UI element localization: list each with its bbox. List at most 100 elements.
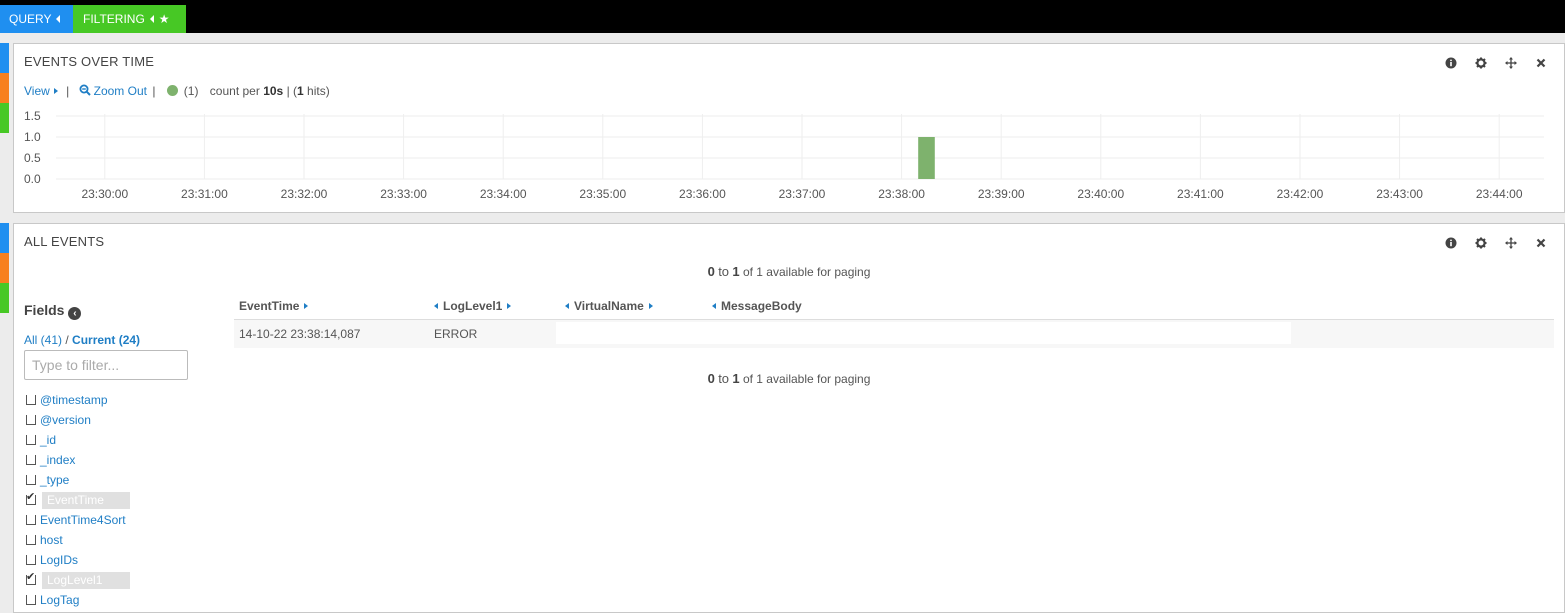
row-tab-orange[interactable] (0, 253, 9, 283)
field-item[interactable]: EventTime4Sort (26, 510, 130, 530)
move-icon[interactable] (1496, 55, 1526, 71)
field-name[interactable]: @version (40, 413, 91, 427)
view-menu[interactable]: View (24, 84, 58, 98)
hits-value: 1 (297, 84, 304, 98)
move-left-icon[interactable] (434, 303, 438, 309)
row-tab-blue[interactable] (0, 43, 9, 73)
field-item[interactable]: EventTime (26, 490, 130, 510)
x-tick-label: 23:43:00 (1376, 187, 1423, 201)
checkbox-checked-icon[interactable] (26, 570, 36, 585)
info-icon[interactable] (1436, 55, 1466, 71)
cell-virtualname-messagebody (556, 322, 1291, 344)
checkbox-icon[interactable] (26, 475, 36, 485)
field-name[interactable]: @timestamp (40, 393, 108, 407)
field-name[interactable]: LogTag (40, 593, 79, 607)
info-icon[interactable] (1436, 235, 1466, 251)
caret-left-icon[interactable] (149, 15, 154, 23)
close-icon[interactable] (1526, 235, 1556, 251)
field-name[interactable]: _index (40, 453, 75, 467)
checkbox-icon[interactable] (26, 595, 36, 605)
field-name[interactable]: EventTime (42, 491, 130, 509)
checkbox-icon[interactable] (26, 515, 36, 525)
chevron-left-circle-icon[interactable]: ‹ (68, 307, 82, 320)
x-tick-label: 23:41:00 (1177, 187, 1224, 201)
column-header-virtualname[interactable]: VirtualName (565, 299, 653, 313)
paging-to-word: to (718, 371, 730, 386)
filtering-tab[interactable]: FILTERING ★ (73, 5, 186, 33)
top-bar: QUERY FILTERING ★ (0, 0, 1565, 33)
field-item[interactable]: LogLevel1 (26, 570, 130, 590)
query-tab[interactable]: QUERY (0, 5, 73, 33)
table-row[interactable]: 14-10-22 23:38:14,087 ERROR (234, 320, 1554, 348)
field-item[interactable]: host (26, 530, 130, 550)
zoom-out-icon (79, 84, 91, 96)
caret-right-icon (53, 88, 58, 94)
caret-left-icon[interactable] (56, 15, 61, 23)
paging-to: 1 (732, 371, 740, 386)
legend-color-swatch[interactable] (166, 85, 178, 96)
histogram-bar[interactable] (918, 137, 935, 179)
x-tick-label: 23:40:00 (1077, 187, 1124, 201)
field-item[interactable]: @version (26, 410, 130, 430)
events-histogram[interactable]: 0.0 0.5 1.0 1.5 23:30:00 23:31:00 23:32:00 23:3… (14, 104, 1564, 208)
close-icon[interactable] (1526, 55, 1556, 71)
move-left-icon[interactable] (712, 303, 716, 309)
gear-icon[interactable] (1466, 55, 1496, 71)
field-item[interactable]: LogIDs (26, 550, 130, 570)
y-tick-label: 1.5 (24, 109, 41, 123)
checkbox-icon[interactable] (26, 555, 36, 565)
fields-all-link[interactable]: All (41) (24, 333, 62, 347)
y-tick-label: 0.0 (24, 172, 41, 186)
checkbox-icon[interactable] (26, 435, 36, 445)
column-label: VirtualName (574, 299, 644, 313)
count-per-label: count per (209, 84, 260, 98)
checkbox-icon[interactable] (26, 415, 36, 425)
move-icon[interactable] (1496, 235, 1526, 251)
zoom-out-button[interactable]: Zoom Out (79, 84, 147, 98)
column-header-messagebody[interactable]: MessageBody (712, 299, 802, 313)
checkbox-icon[interactable] (26, 535, 36, 545)
row-controls-1 (0, 43, 9, 133)
x-tick-label: 23:32:00 (281, 187, 328, 201)
gear-icon[interactable] (1466, 235, 1496, 251)
paging-from: 0 (707, 264, 715, 279)
field-item[interactable]: _index (26, 450, 130, 470)
checkbox-icon[interactable] (26, 395, 36, 405)
field-item[interactable]: _id (26, 430, 130, 450)
move-left-icon[interactable] (565, 303, 569, 309)
row-tab-orange[interactable] (0, 73, 9, 103)
field-name[interactable]: EventTime4Sort (40, 513, 126, 527)
row-tab-green[interactable] (0, 103, 9, 133)
column-header-loglevel1[interactable]: LogLevel1 (434, 299, 512, 313)
y-tick-label: 1.0 (24, 130, 41, 144)
field-item[interactable]: _type (26, 470, 130, 490)
field-name[interactable]: _type (40, 473, 69, 487)
panel-icons (1436, 235, 1556, 251)
row-tab-blue[interactable] (0, 223, 9, 253)
move-right-icon[interactable] (304, 303, 309, 309)
row-tab-green[interactable] (0, 283, 9, 313)
row-controls-2 (0, 223, 9, 313)
field-item[interactable]: @timestamp (26, 390, 130, 410)
move-right-icon[interactable] (507, 303, 512, 309)
checkbox-checked-icon[interactable] (26, 490, 36, 505)
field-name[interactable]: host (40, 533, 63, 547)
query-tab-label: QUERY (9, 12, 52, 26)
table-header: EventTime LogLevel1 VirtualName MessageB… (234, 294, 1554, 320)
column-label: EventTime (239, 299, 300, 313)
filtering-tab-label: FILTERING (83, 12, 145, 26)
field-name[interactable]: LogLevel1 (42, 571, 130, 589)
x-tick-label: 23:44:00 (1476, 187, 1523, 201)
star-icon[interactable]: ★ (159, 5, 170, 33)
fields-current-link[interactable]: Current (24) (72, 333, 140, 347)
view-label: View (24, 84, 50, 98)
paging-info-top: 0 to 1 of 1 available for paging (14, 264, 1564, 279)
all-events-panel: ALL EVENTS 0 to 1 of 1 available for pag… (13, 223, 1565, 613)
column-header-eventtime[interactable]: EventTime (239, 299, 309, 313)
field-item[interactable]: LogTag (26, 590, 130, 610)
checkbox-icon[interactable] (26, 455, 36, 465)
field-name[interactable]: _id (40, 433, 56, 447)
field-name[interactable]: LogIDs (40, 553, 78, 567)
x-tick-label: 23:42:00 (1277, 187, 1324, 201)
move-right-icon[interactable] (648, 303, 653, 309)
